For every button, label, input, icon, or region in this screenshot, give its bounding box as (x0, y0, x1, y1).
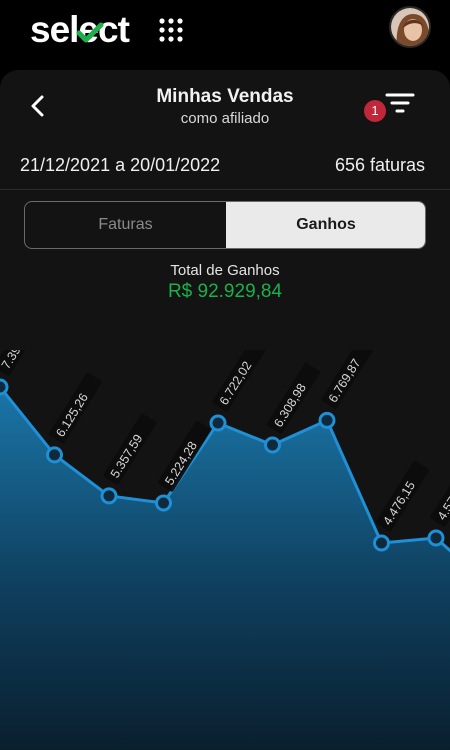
chart-data-label-group: 6.769,87 (321, 350, 375, 410)
chart-data-label-group: 7.395,03 (0, 350, 48, 376)
summary-row: 21/12/2021 a 20/01/2022 656 faturas (0, 148, 450, 190)
chart-point (318, 411, 336, 429)
chart-point (373, 534, 390, 552)
chart-data-label-group: 6.125,26 (48, 372, 102, 444)
chart-data-label-group: 6.308,98 (266, 362, 320, 434)
tab-ganhos[interactable]: Ganhos (226, 202, 425, 248)
filter-count-badge: 1 (364, 100, 386, 122)
chart-point (155, 494, 172, 512)
chart-data-label-group: 4.57 (430, 482, 450, 527)
view-toggle: Faturas Ganhos (24, 201, 426, 249)
chart-data-label-group: 6.722,02 (212, 350, 266, 412)
avatar[interactable] (389, 6, 431, 48)
avatar-image (391, 8, 429, 46)
chart-point (46, 446, 63, 464)
earnings-chart: 7.395,036.125,265.357,595.224,286.722,02… (0, 350, 450, 750)
invoice-count: 656 faturas (334, 155, 425, 175)
chart-point (264, 436, 281, 454)
tab-faturas[interactable]: Faturas (25, 202, 226, 248)
top-bar: select (0, 0, 450, 62)
date-range[interactable]: 21/12/2021 a 20/01/2022 (20, 155, 220, 176)
chart-point (100, 487, 118, 505)
chart-point (209, 414, 227, 432)
chart-data-label-group: 5.357,59 (103, 413, 157, 485)
apps-grid-icon[interactable] (158, 17, 184, 43)
chart-point (427, 529, 445, 547)
sales-panel: Minhas Vendas como afiliado 1 21/12/2021… (0, 70, 450, 750)
chart-area (0, 387, 450, 750)
check-icon (76, 22, 104, 43)
total-earnings-value: R$ 92.929,84 (167, 281, 283, 302)
total-earnings-label: Total de Ganhos (170, 262, 280, 279)
chart-data-label-group: 4.476,15 (375, 460, 429, 532)
chart-point (0, 378, 9, 396)
filter-icon[interactable] (384, 92, 416, 114)
